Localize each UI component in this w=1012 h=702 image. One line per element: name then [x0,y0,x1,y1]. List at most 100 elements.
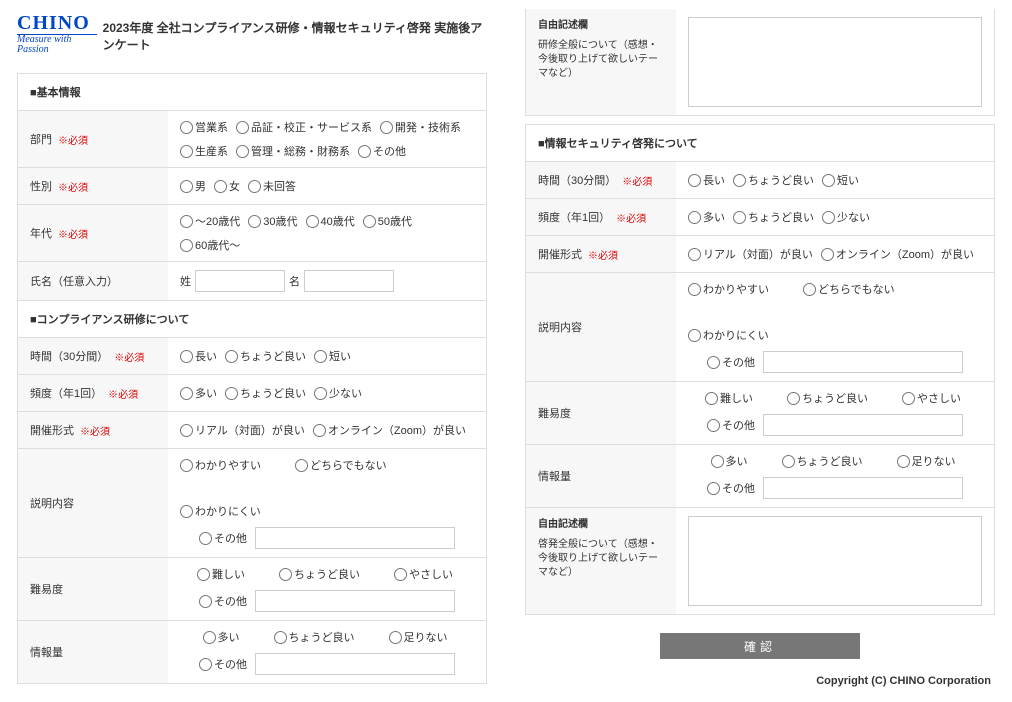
radio-sec-amount-much[interactable] [711,455,724,468]
logo-tagline: Measure with Passion [17,34,97,55]
row-sec-free: 自由記述欄 啓発全般について（感想・今後取り上げて欲しいテーマなど） [526,508,994,614]
radio-comp-format-real[interactable] [180,424,193,437]
label-surname: 姓 [180,273,191,289]
row-sec-format: 開催形式※必須 リアル（対面）が良い オンライン（Zoom）が良い [526,236,994,273]
label-department: 部門 [30,131,52,147]
radio-comp-content-hard[interactable] [180,505,193,518]
row-comp-free: 自由記述欄 研修全般について（感想・今後取り上げて欲しいテーマなど） [526,9,994,115]
radio-comp-freq-many[interactable] [180,387,193,400]
radio-dept-sales[interactable] [180,121,193,134]
logo-name: CHINO [17,13,97,33]
label-given: 名 [289,273,300,289]
radio-sec-time-long[interactable] [688,174,701,187]
row-comp-format: 開催形式※必須 リアル（対面）が良い オンライン（Zoom）が良い [18,412,486,449]
row-comp-amount: 情報量 多い ちょうど良い 足りない その他 [18,621,486,683]
copyright: Copyright (C) CHINO Corporation [517,669,1003,693]
label-free-sub-sec: 啓発全般について（感想・今後取り上げて欲しいテーマなど） [538,538,664,580]
radio-age-60[interactable] [180,239,193,252]
radio-sec-freq-few[interactable] [822,211,835,224]
section-basic-info: ■基本情報 [18,74,486,111]
radio-comp-freq-few[interactable] [314,387,327,400]
input-given[interactable] [304,270,394,292]
page-header: CHINO Measure with Passion 2023年度 全社コンプラ… [9,9,495,65]
chino-logo: CHINO Measure with Passion [17,13,97,55]
radio-sec-diff-easy[interactable] [902,392,915,405]
radio-comp-diff-ok[interactable] [279,568,292,581]
row-name: 氏名（任意入力） 姓 名 [18,262,486,301]
radio-sec-diff-ok[interactable] [787,392,800,405]
radio-comp-time-ok[interactable] [225,350,238,363]
row-comp-time: 時間（30分間）※必須 長い ちょうど良い 短い [18,338,486,375]
radio-comp-content-easy[interactable] [180,459,193,472]
label-name: 氏名（任意入力） [30,273,118,289]
radio-gender-female[interactable] [214,180,227,193]
radio-dept-dev[interactable] [380,121,393,134]
radio-comp-content-other[interactable] [199,532,212,545]
radio-sec-amount-ok[interactable] [782,455,795,468]
radio-comp-diff-easy[interactable] [394,568,407,581]
input-comp-amount-other[interactable] [255,653,455,675]
radio-age-40[interactable] [306,215,319,228]
radio-sec-freq-many[interactable] [688,211,701,224]
radio-dept-qa[interactable] [236,121,249,134]
radio-comp-time-short[interactable] [314,350,327,363]
radio-sec-content-easy[interactable] [688,283,701,296]
row-comp-difficulty: 難易度 難しい ちょうど良い やさしい その他 [18,558,486,621]
label-age: 年代 [30,225,52,241]
section-security: ■情報セキュリティ啓発について [526,125,994,162]
label-free-sub-comp: 研修全般について（感想・今後取り上げて欲しいテーマなど） [538,39,664,81]
radio-dept-prod[interactable] [180,145,193,158]
input-comp-content-other[interactable] [255,527,455,549]
radio-age-20[interactable] [180,215,193,228]
radio-comp-content-neutral[interactable] [295,459,308,472]
radio-age-50[interactable] [363,215,376,228]
radio-sec-time-ok[interactable] [733,174,746,187]
label-gender: 性別 [30,178,52,194]
row-comp-content: 説明内容 わかりやすい どちらでもない わかりにくい その他 [18,449,486,558]
radio-sec-format-real[interactable] [688,248,701,261]
radio-sec-freq-ok[interactable] [733,211,746,224]
input-sec-amount-other[interactable] [763,477,963,499]
radio-sec-amount-other[interactable] [707,482,720,495]
radio-sec-format-online[interactable] [821,248,834,261]
row-gender: 性別※必須 男 女 未回答 [18,168,486,205]
radio-comp-time-long[interactable] [180,350,193,363]
radio-sec-content-neutral[interactable] [803,283,816,296]
radio-gender-na[interactable] [248,180,261,193]
row-age: 年代※必須 〜20歳代 30歳代 40歳代 50歳代 60歳代〜 [18,205,486,262]
required-mark: ※必須 [58,132,88,147]
page-title: 2023年度 全社コンプライアンス研修・情報セキュリティ啓発 実施後アンケート [103,19,487,55]
radio-sec-amount-short[interactable] [897,455,910,468]
radio-age-30[interactable] [248,215,261,228]
row-sec-amount: 情報量 多い ちょうど良い 足りない その他 [526,445,994,508]
radio-comp-diff-hard[interactable] [197,568,210,581]
radio-comp-amount-ok[interactable] [274,631,287,644]
radio-sec-content-other[interactable] [707,356,720,369]
radio-comp-amount-much[interactable] [203,631,216,644]
radio-dept-other[interactable] [358,145,371,158]
radio-sec-content-hard[interactable] [688,329,701,342]
input-comp-diff-other[interactable] [255,590,455,612]
input-sec-content-other[interactable] [763,351,963,373]
section-compliance: ■コンプライアンス研修について [18,301,486,338]
radio-dept-admin[interactable] [236,145,249,158]
radio-comp-format-online[interactable] [313,424,326,437]
row-sec-freq: 頻度（年1回）※必須 多い ちょうど良い 少ない [526,199,994,236]
row-sec-content: 説明内容 わかりやすい どちらでもない わかりにくい その他 [526,273,994,382]
radio-sec-time-short[interactable] [822,174,835,187]
radio-comp-freq-ok[interactable] [225,387,238,400]
radio-gender-male[interactable] [180,180,193,193]
radio-sec-diff-hard[interactable] [705,392,718,405]
label-free-head: 自由記述欄 [538,19,588,33]
row-sec-time: 時間（30分間）※必須 長い ちょうど良い 短い [526,162,994,199]
radio-comp-diff-other[interactable] [199,595,212,608]
radio-comp-amount-other[interactable] [199,658,212,671]
submit-button[interactable]: 確認 [660,633,860,659]
radio-sec-diff-other[interactable] [707,419,720,432]
radio-comp-amount-short[interactable] [389,631,402,644]
textarea-sec-free[interactable] [688,516,982,606]
input-surname[interactable] [195,270,285,292]
row-sec-difficulty: 難易度 難しい ちょうど良い やさしい その他 [526,382,994,445]
input-sec-diff-other[interactable] [763,414,963,436]
textarea-comp-free[interactable] [688,17,982,107]
